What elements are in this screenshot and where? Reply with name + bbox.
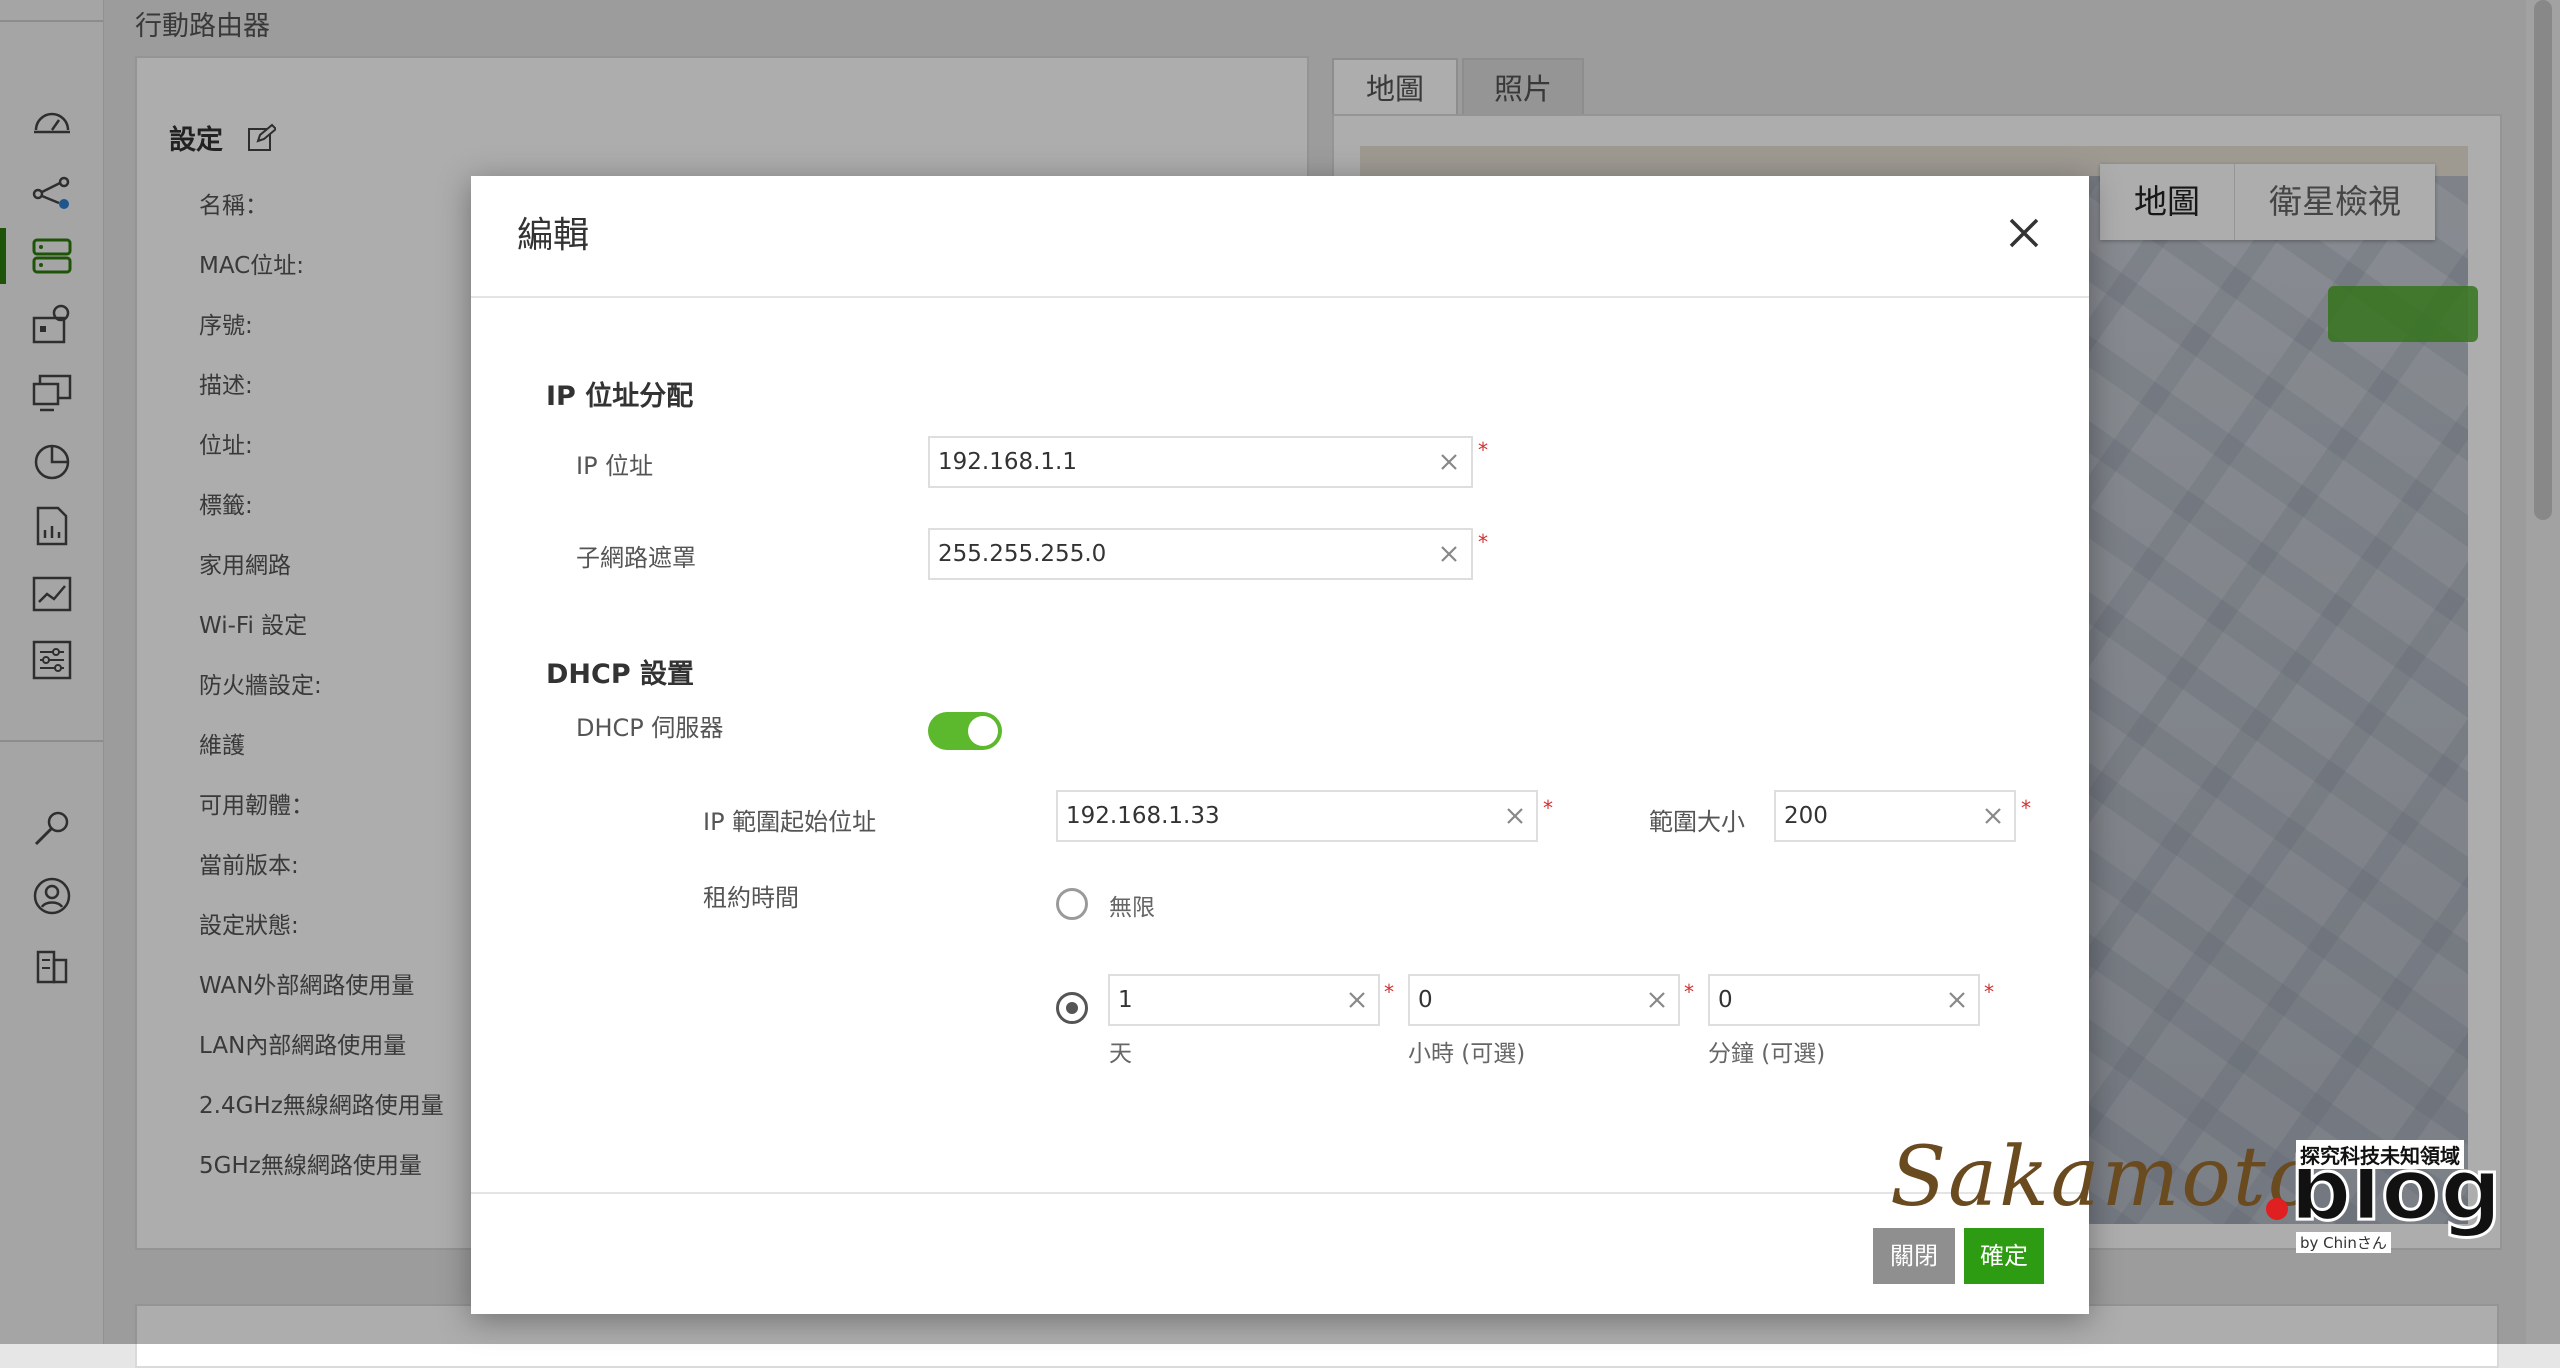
lease-time-label: 租約時間: [703, 884, 799, 912]
clear-icon[interactable]: [1982, 805, 2004, 827]
lease-unlimited-radio[interactable]: [1056, 888, 1088, 920]
subnet-mask-label: 子網路遮罩: [576, 544, 696, 572]
lease-custom-radio[interactable]: [1056, 992, 1088, 1024]
clear-icon[interactable]: [1438, 451, 1460, 473]
dhcp-server-toggle[interactable]: [928, 712, 1002, 750]
lease-minutes-input[interactable]: [1710, 976, 1940, 1024]
range-size-field: [1774, 790, 2016, 842]
ip-section-title: IP 位址分配: [546, 381, 694, 412]
modal-header: 編輯: [471, 176, 2089, 298]
required-mark: *: [1984, 980, 1994, 1004]
ip-address-input[interactable]: [930, 438, 1430, 486]
confirm-button[interactable]: 確定: [1964, 1228, 2044, 1284]
lease-unlimited-label: 無限: [1109, 895, 1155, 921]
modal-title: 編輯: [517, 215, 590, 256]
clear-icon[interactable]: [1646, 989, 1668, 1011]
lease-minutes-label: 分鐘 (可選): [1708, 1041, 1826, 1067]
ip-range-start-field: [1056, 790, 1538, 842]
required-mark: *: [1543, 796, 1553, 820]
modal-footer-divider: [471, 1192, 2089, 1194]
lease-hours-field: [1408, 974, 1680, 1026]
range-size-input[interactable]: [1776, 792, 1976, 840]
required-mark: *: [1478, 438, 1488, 462]
watermark-by: by Chinさん: [2296, 1232, 2391, 1253]
clear-icon[interactable]: [1946, 989, 1968, 1011]
dhcp-section-title: DHCP 設置: [546, 659, 695, 690]
subnet-mask-input[interactable]: [930, 530, 1430, 578]
lease-days-field: [1108, 974, 1380, 1026]
lease-hours-label: 小時 (可選): [1408, 1041, 1526, 1067]
required-mark: *: [1478, 530, 1488, 554]
clear-icon[interactable]: [1504, 805, 1526, 827]
range-size-label: 範圍大小: [1649, 808, 1745, 836]
toggle-knob: [968, 716, 998, 746]
ip-range-start-input[interactable]: [1058, 792, 1498, 840]
close-button[interactable]: 關閉: [1873, 1228, 1955, 1284]
watermark-tagline: 探究科技未知領域: [2296, 1140, 2464, 1169]
ip-address-label: IP 位址: [576, 452, 654, 480]
required-mark: *: [1384, 980, 1394, 1004]
ip-range-start-label: IP 範圍起始位址: [703, 808, 877, 836]
watermark-dot: [2266, 1198, 2288, 1220]
edit-modal: 編輯 IP 位址分配 IP 位址 * 子網路遮罩 * DHCP 設置 DHCP …: [471, 176, 2089, 1314]
required-mark: *: [2021, 796, 2031, 820]
subnet-mask-field: [928, 528, 1473, 580]
watermark-script: Sakamoto: [1890, 1130, 2320, 1225]
lease-hours-input[interactable]: [1410, 976, 1640, 1024]
lease-minutes-field: [1708, 974, 1980, 1026]
clear-icon[interactable]: [1346, 989, 1368, 1011]
lease-days-label: 天: [1109, 1041, 1132, 1067]
ip-address-field: [928, 436, 1473, 488]
dhcp-server-label: DHCP 伺服器: [576, 714, 724, 742]
required-mark: *: [1684, 980, 1694, 1004]
clear-icon[interactable]: [1438, 543, 1460, 565]
close-icon[interactable]: [2003, 212, 2045, 254]
lease-days-input[interactable]: [1110, 976, 1340, 1024]
